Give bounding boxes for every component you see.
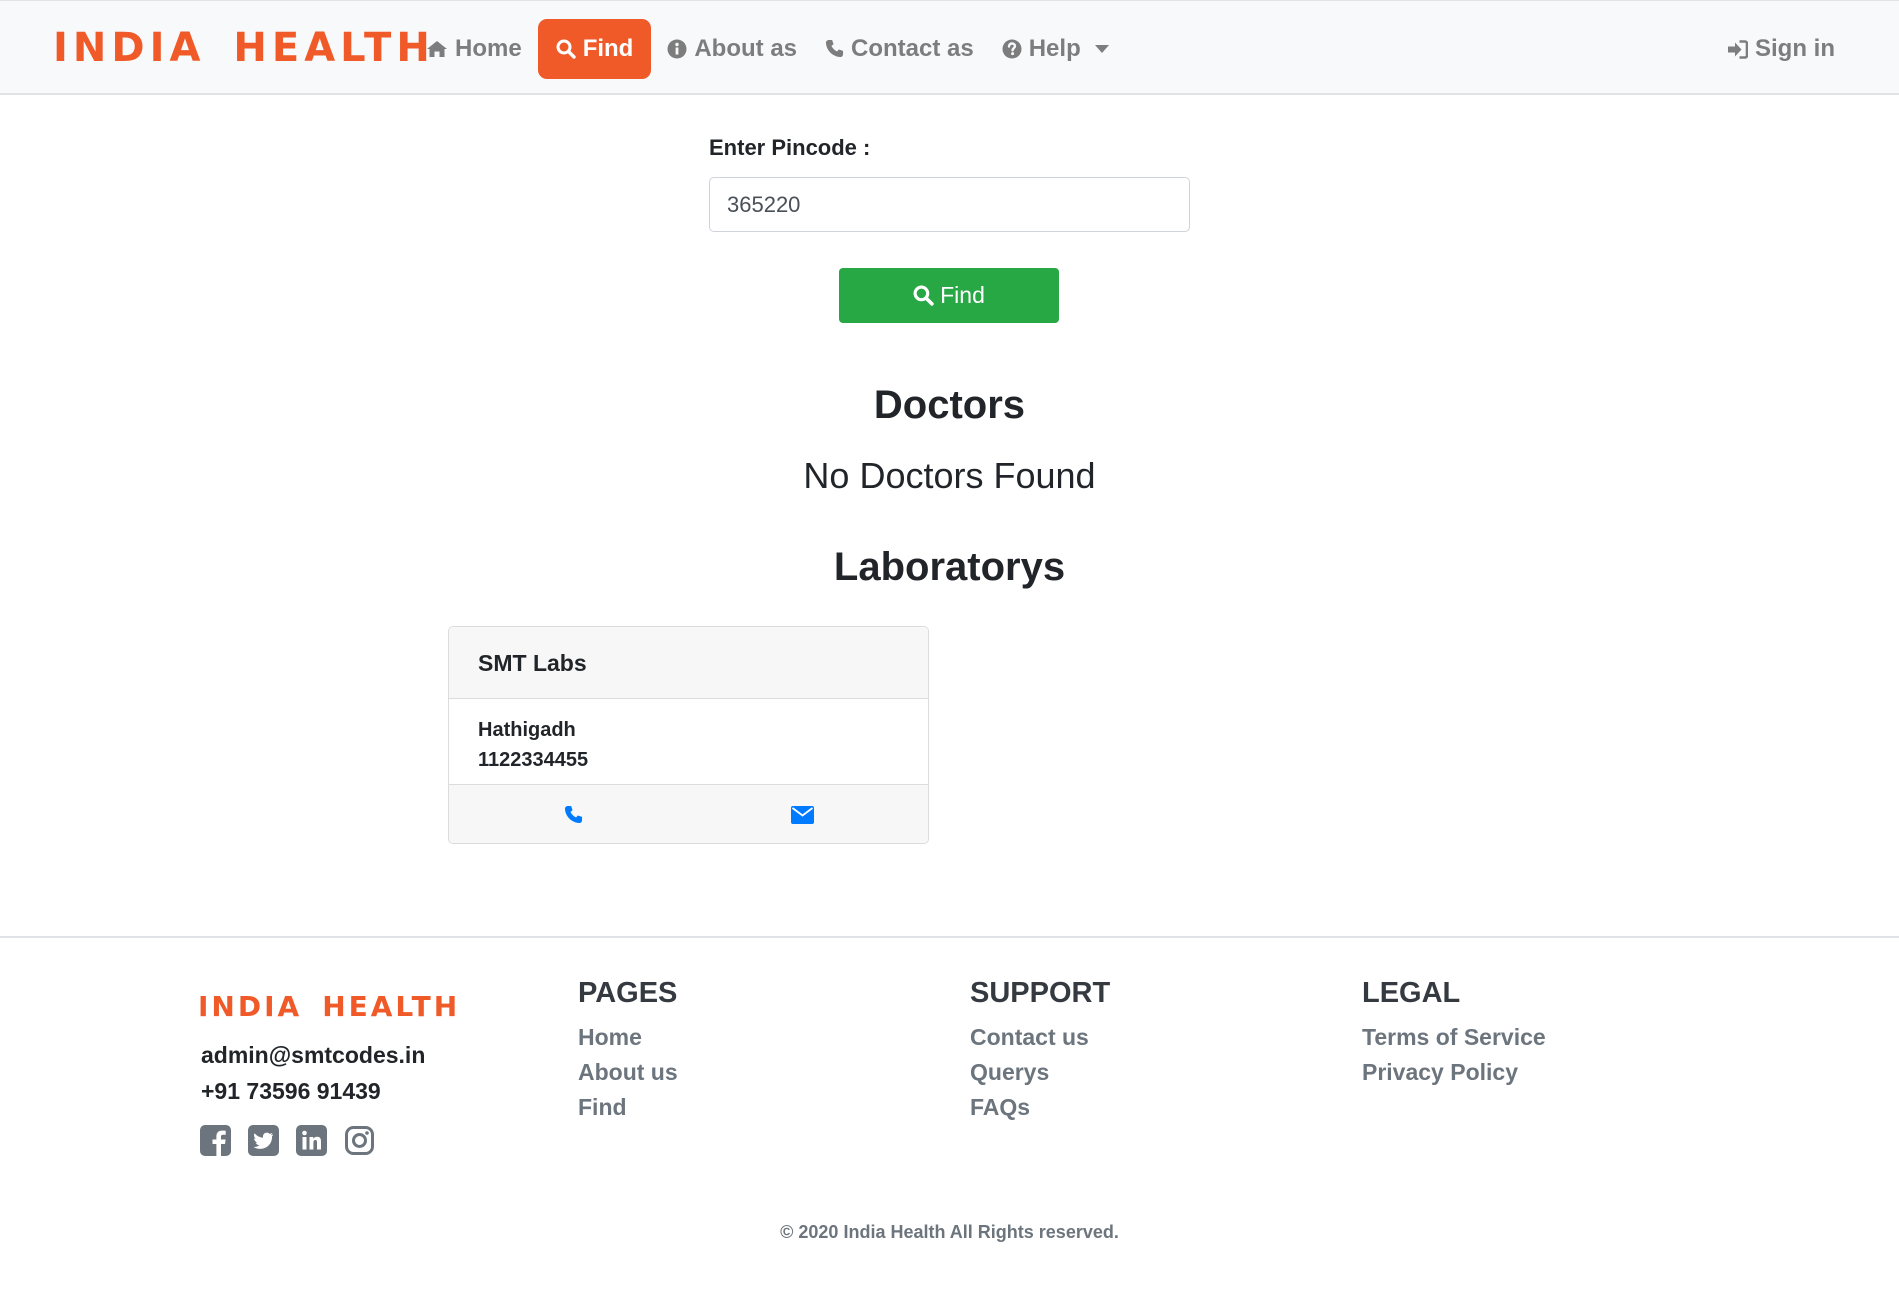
footer-link-faqs[interactable]: FAQs	[970, 1090, 1110, 1125]
nav-home-label: Home	[455, 34, 522, 62]
footer-link-find[interactable]: Find	[578, 1090, 678, 1125]
copyright-text: © 2020 India Health All Rights reserved.	[780, 1222, 1119, 1242]
question-circle-icon	[1002, 39, 1022, 58]
footer-phone[interactable]: +91 73596 91439	[201, 1078, 381, 1105]
footer-pages-title: PAGES	[578, 977, 678, 1009]
nav-about-label: About as	[694, 34, 798, 62]
search-icon	[913, 285, 934, 306]
brand-word-1: INDIA	[53, 25, 206, 71]
nav-help-dropdown[interactable]: Help	[988, 19, 1123, 79]
nav-find-label: Find	[582, 34, 634, 62]
nav-home[interactable]: Home	[412, 19, 536, 79]
footer-divider	[0, 936, 1899, 938]
search-icon	[556, 39, 576, 59]
envelope-icon[interactable]	[791, 806, 814, 829]
nav-about[interactable]: About as	[653, 19, 811, 79]
footer-link-home[interactable]: Home	[578, 1020, 678, 1055]
lab-phone-number: 1122334455	[478, 749, 589, 771]
footer-link-querys[interactable]: Querys	[970, 1055, 1110, 1090]
footer-link-contact[interactable]: Contact us	[970, 1020, 1110, 1055]
brand-word-2: HEALTH	[233, 25, 435, 71]
nav-contact[interactable]: Contact as	[811, 19, 988, 79]
footer-column-pages: PAGES Home About us Find	[578, 977, 678, 1125]
instagram-icon[interactable]	[344, 1125, 375, 1156]
nav-contact-label: Contact as	[851, 34, 974, 62]
lab-card: SMT Labs Hathigadh 1122334455	[448, 626, 929, 844]
footer-column-legal: LEGAL Terms of Service Privacy Policy	[1362, 977, 1546, 1090]
footer-brand-word-1: INDIA	[198, 990, 303, 1023]
twitter-icon[interactable]	[248, 1125, 279, 1156]
no-doctors-message: No Doctors Found	[803, 455, 1096, 496]
social-links	[200, 1125, 392, 1156]
home-icon	[427, 40, 447, 57]
nav-find[interactable]: Find	[537, 18, 652, 79]
sign-in-label: Sign in	[1755, 35, 1835, 62]
nav-menu: Home Find About as Contact as Help	[412, 1, 1123, 96]
footer-link-about[interactable]: About us	[578, 1055, 678, 1090]
lab-actions	[449, 784, 928, 843]
footer-link-privacy[interactable]: Privacy Policy	[1362, 1055, 1546, 1090]
footer-support-title: SUPPORT	[970, 977, 1111, 1009]
footer-brand-logo[interactable]: INDIA HEALTH	[198, 990, 460, 1023]
find-button[interactable]: Find	[839, 268, 1059, 323]
phone-icon	[825, 39, 844, 58]
lab-name: SMT Labs	[449, 627, 928, 699]
footer-legal-title: LEGAL	[1362, 977, 1461, 1009]
info-circle-icon	[667, 39, 687, 58]
pincode-label: Enter Pincode :	[709, 135, 871, 160]
footer-link-terms[interactable]: Terms of Service	[1362, 1020, 1546, 1055]
navbar: INDIA HEALTH Home Find About as Contact a…	[0, 0, 1899, 95]
linkedin-icon[interactable]	[296, 1125, 327, 1156]
footer-email[interactable]: admin@smtcodes.in	[201, 1042, 425, 1069]
find-button-label: Find	[940, 282, 985, 308]
lab-address: Hathigadh	[478, 719, 576, 741]
chevron-down-icon	[1094, 44, 1109, 53]
sign-in-link[interactable]: Sign in	[1713, 19, 1849, 79]
pincode-input[interactable]	[709, 177, 1190, 232]
doctors-heading: Doctors	[873, 383, 1026, 427]
laboratories-heading: Laboratorys	[833, 545, 1066, 589]
facebook-icon[interactable]	[200, 1125, 231, 1156]
brand-logo[interactable]: INDIA HEALTH	[53, 25, 435, 71]
footer-column-support: SUPPORT Contact us Querys FAQs	[970, 977, 1110, 1125]
phone-icon[interactable]	[564, 805, 583, 829]
nav-help-label: Help	[1028, 34, 1081, 62]
footer-brand-word-2: HEALTH	[322, 990, 461, 1023]
lab-details: Hathigadh 1122334455	[449, 699, 928, 784]
sign-in-icon	[1728, 39, 1748, 59]
